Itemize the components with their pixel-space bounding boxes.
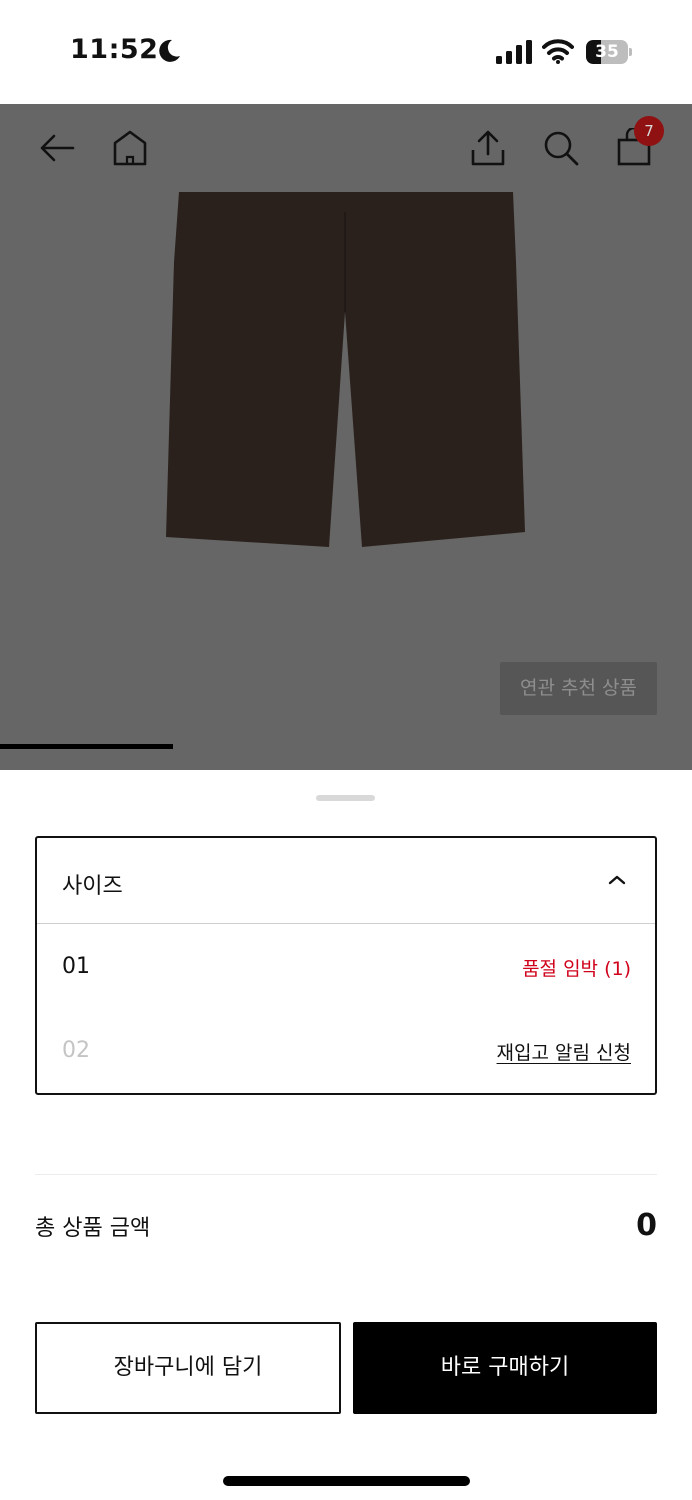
battery-indicator: 35 — [586, 40, 632, 64]
size-option-label: 01 — [62, 954, 90, 979]
product-image-area: 7 연관 추천 상품 — [0, 104, 692, 770]
battery-level: 35 — [595, 42, 619, 62]
cart-count-badge: 7 — [634, 116, 664, 146]
divider — [35, 1174, 657, 1175]
product-image-pants[interactable] — [160, 192, 530, 564]
related-products-button[interactable]: 연관 추천 상품 — [500, 662, 657, 715]
share-icon[interactable] — [468, 128, 508, 168]
status-time: 11:52 — [70, 34, 159, 65]
size-option-01[interactable]: 01 품절 임박 (1) — [37, 926, 655, 1010]
size-dropdown-title: 사이즈 — [62, 874, 123, 899]
home-icon[interactable] — [110, 128, 150, 168]
top-nav-bar: 7 — [0, 104, 692, 192]
size-option-02: 02 재입고 알림 신청 — [37, 1010, 655, 1094]
size-option-label: 02 — [62, 1038, 90, 1063]
total-price-value: 0 — [636, 1208, 657, 1243]
buy-now-button[interactable]: 바로 구매하기 — [353, 1322, 657, 1414]
size-dropdown[interactable]: 사이즈 01 품절 임박 (1) 02 재입고 알림 신청 — [35, 836, 657, 1095]
status-bar: 11:52 35 — [0, 0, 692, 104]
wifi-icon — [542, 39, 574, 64]
sheet-drag-handle[interactable] — [316, 795, 375, 801]
home-indicator[interactable] — [223, 1476, 470, 1486]
add-to-cart-button[interactable]: 장바구니에 담기 — [35, 1322, 341, 1414]
chevron-up-icon[interactable] — [605, 872, 629, 888]
option-bottom-sheet: 사이즈 01 품절 임박 (1) 02 재입고 알림 신청 총 상품 금액 0 … — [0, 770, 692, 1500]
cellular-signal-icon — [496, 40, 532, 64]
moon-icon — [159, 39, 180, 62]
total-price-label: 총 상품 금액 — [35, 1216, 151, 1241]
restock-alert-link[interactable]: 재입고 알림 신청 — [497, 1038, 631, 1065]
back-arrow-icon[interactable] — [37, 128, 77, 168]
image-page-indicator-bar — [0, 744, 173, 749]
search-icon[interactable] — [541, 128, 581, 168]
low-stock-label: 품절 임박 (1) — [522, 958, 631, 980]
size-dropdown-header[interactable]: 사이즈 — [37, 838, 655, 924]
image-page-indicator — [0, 744, 692, 749]
